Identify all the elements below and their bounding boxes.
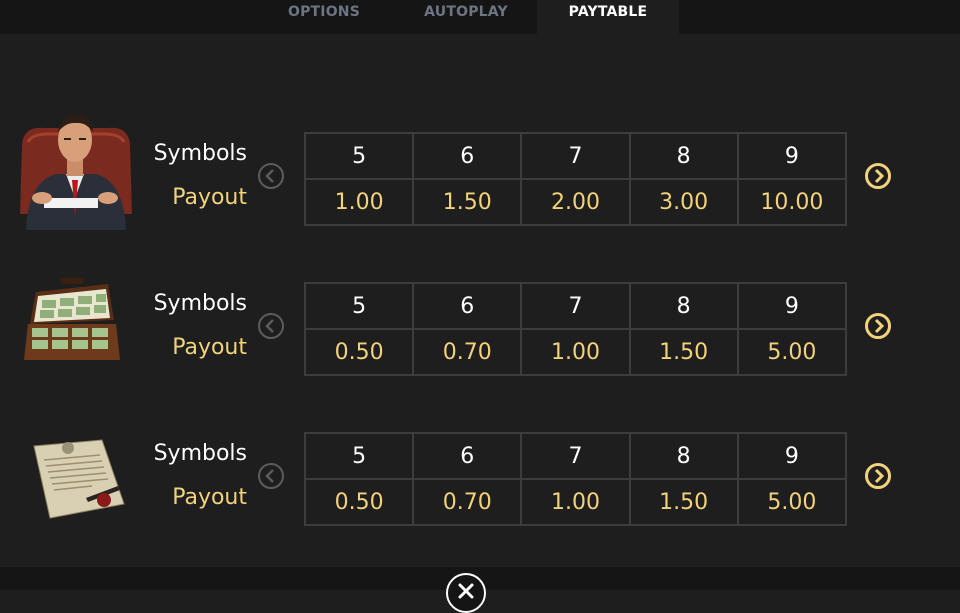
payout-cell: 0.50 [303, 328, 415, 376]
symbol-count-cell: 7 [520, 132, 631, 180]
symbols-label: Symbols [153, 441, 247, 466]
symbol-count-cell: 5 [303, 282, 415, 330]
tab-autoplay[interactable]: AUTOPLAY [404, 0, 528, 34]
payout-table: 5 6 7 8 9 0.50 0.70 1.00 1.50 5.00 [303, 432, 848, 526]
symbol-count-cell: 9 [736, 432, 848, 480]
symbol-count-cell: 6 [412, 132, 523, 180]
payout-cell: 3.00 [628, 178, 739, 226]
payout-cell: 1.50 [628, 478, 739, 526]
payout-label: Payout [172, 485, 247, 510]
payout-cell: 5.00 [736, 328, 848, 376]
close-icon [458, 583, 474, 599]
money-briefcase-icon [20, 278, 124, 372]
payout-cell: 2.00 [520, 178, 631, 226]
chevron-left-icon[interactable] [258, 463, 284, 489]
chevron-right-icon[interactable] [865, 313, 891, 339]
payout-cell: 10.00 [736, 178, 848, 226]
contract-document-icon [28, 434, 128, 526]
paytable-row-contract: Symbols Payout 5 6 7 8 9 0.50 0.70 1.00 … [0, 432, 960, 526]
close-button[interactable] [446, 573, 486, 613]
payout-cell: 5.00 [736, 478, 848, 526]
symbols-label: Symbols [153, 291, 247, 316]
symbol-count-cell: 8 [628, 432, 739, 480]
paytable-row-briefcase: Symbols Payout 5 6 7 8 9 0.50 0.70 1.00 … [0, 278, 960, 376]
chevron-left-icon[interactable] [258, 313, 284, 339]
payout-cell: 1.50 [628, 328, 739, 376]
symbol-count-cell: 9 [736, 132, 848, 180]
payout-table: 5 6 7 8 9 1.00 1.50 2.00 3.00 10.00 [303, 132, 848, 226]
payout-label: Payout [172, 335, 247, 360]
payout-cell: 1.50 [412, 178, 523, 226]
payout-label: Payout [172, 185, 247, 210]
symbol-count-cell: 9 [736, 282, 848, 330]
chevron-right-icon[interactable] [865, 463, 891, 489]
chevron-right-icon[interactable] [865, 163, 891, 189]
symbol-count-cell: 5 [303, 132, 415, 180]
symbol-count-cell: 7 [520, 432, 631, 480]
chevron-left-icon[interactable] [258, 163, 284, 189]
symbol-count-cell: 5 [303, 432, 415, 480]
payout-table: 5 6 7 8 9 0.50 0.70 1.00 1.50 5.00 [303, 282, 848, 376]
tab-paytable[interactable]: PAYTABLE [537, 0, 679, 34]
symbol-count-cell: 6 [412, 282, 523, 330]
paytable-row-boss: Symbols Payout 5 6 7 8 9 1.00 1.50 2.00 … [0, 114, 960, 230]
mob-boss-icon [4, 102, 146, 236]
symbols-label: Symbols [153, 141, 247, 166]
payout-cell: 1.00 [520, 328, 631, 376]
payout-cell: 0.50 [303, 478, 415, 526]
symbol-count-cell: 6 [412, 432, 523, 480]
payout-cell: 0.70 [412, 478, 523, 526]
payout-cell: 1.00 [303, 178, 415, 226]
symbol-count-cell: 7 [520, 282, 631, 330]
payout-cell: 0.70 [412, 328, 523, 376]
symbol-count-cell: 8 [628, 282, 739, 330]
payout-cell: 1.00 [520, 478, 631, 526]
tab-options[interactable]: OPTIONS [262, 0, 386, 34]
symbol-count-cell: 8 [628, 132, 739, 180]
tab-bar: OPTIONS AUTOPLAY PAYTABLE [0, 0, 960, 34]
